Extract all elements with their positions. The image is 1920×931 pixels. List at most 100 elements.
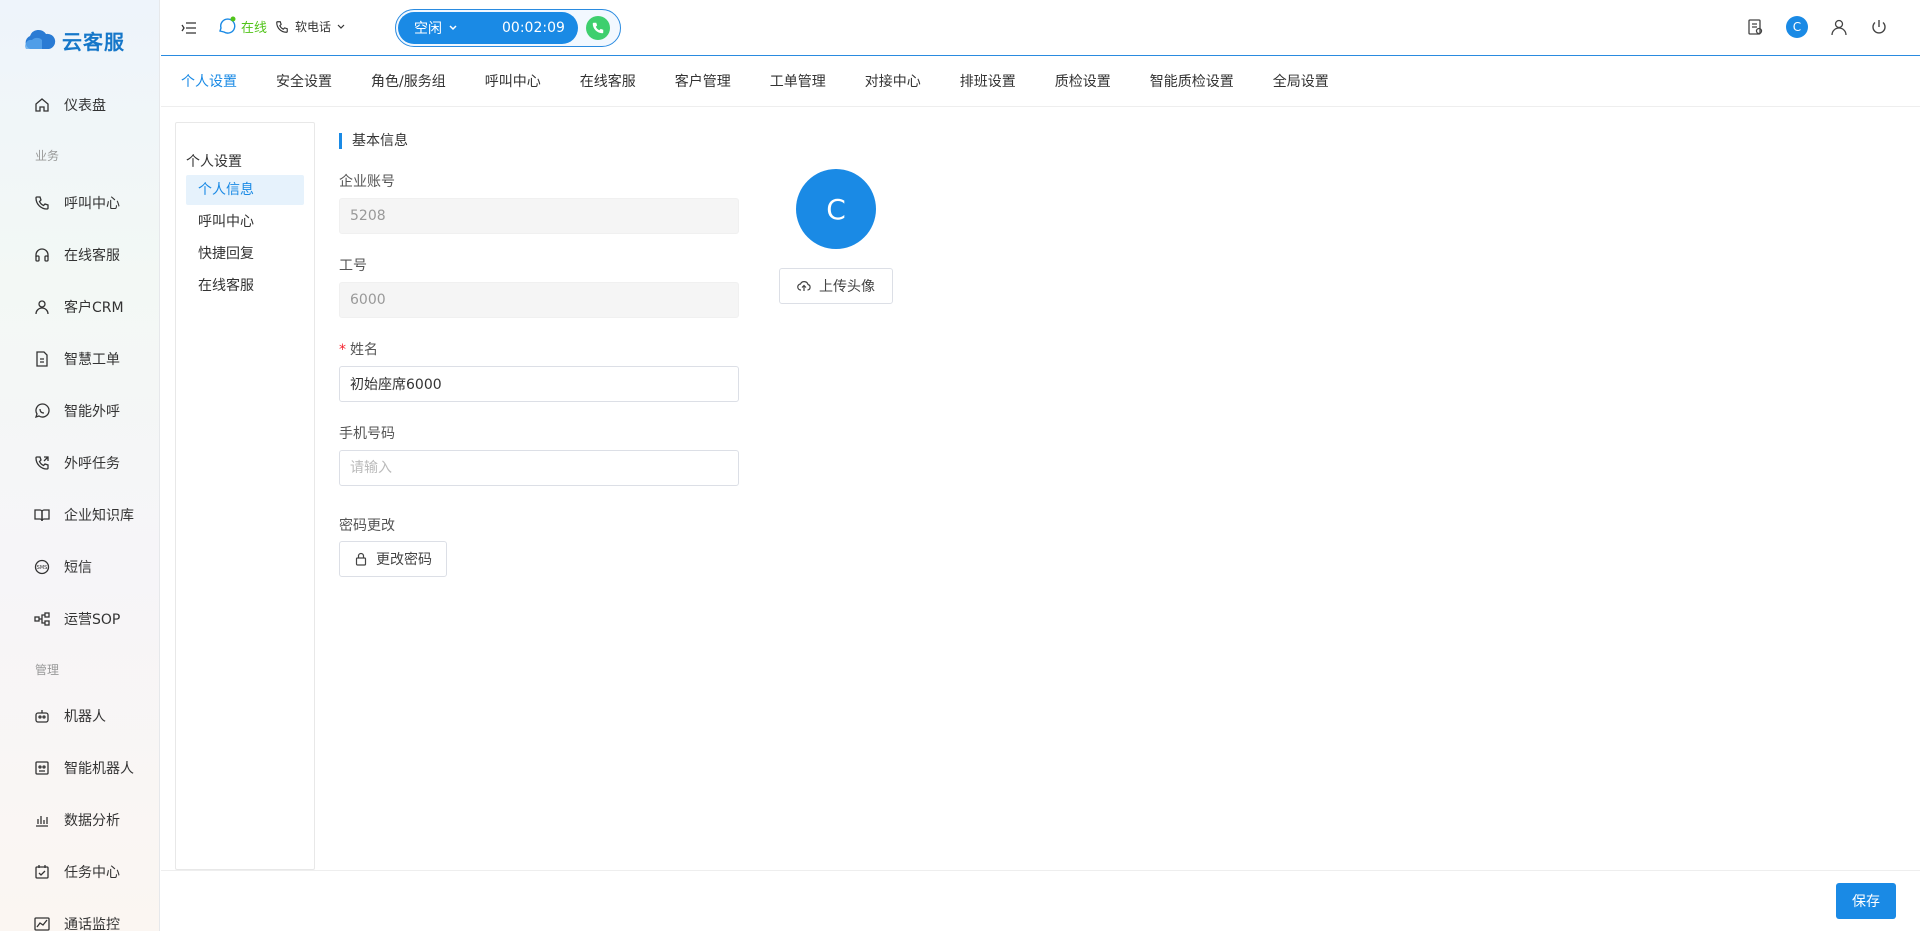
- tab-personal-settings[interactable]: 个人设置: [181, 57, 237, 107]
- power-icon[interactable]: [1870, 18, 1888, 36]
- required-mark: *: [339, 342, 346, 358]
- header-actions: C: [1746, 16, 1888, 38]
- chat-status-icon: [219, 16, 236, 34]
- form-footer: 保存: [161, 870, 1920, 931]
- book-icon: [34, 509, 50, 522]
- sidebar-item-outbound-task[interactable]: 外呼任务: [34, 451, 120, 475]
- tab-global-settings[interactable]: 全局设置: [1273, 57, 1329, 107]
- tab-online-service[interactable]: 在线客服: [580, 57, 636, 107]
- call-state[interactable]: 空闲 00:02:09: [398, 12, 578, 44]
- dial-button[interactable]: [586, 16, 610, 40]
- sidebar-item-label: 数据分析: [64, 813, 120, 829]
- submenu-item-call-center[interactable]: 呼叫中心: [186, 207, 304, 237]
- menu-fold-icon[interactable]: [181, 20, 197, 36]
- tab-scheduling[interactable]: 排班设置: [960, 57, 1016, 107]
- profile-avatar: C: [796, 169, 876, 249]
- phone-icon: [35, 196, 49, 210]
- document-icon: [36, 351, 48, 367]
- tab-ticket-management[interactable]: 工单管理: [770, 57, 826, 107]
- user-avatar[interactable]: C: [1786, 16, 1808, 38]
- sidebar-item-crm[interactable]: 客户CRM: [34, 295, 124, 319]
- sidebar-item-label: 智能外呼: [64, 404, 120, 420]
- sidebar-item-smart-outbound[interactable]: 智能外呼: [34, 399, 120, 423]
- sidebar-item-label: 呼叫中心: [64, 196, 120, 212]
- sidebar-item-call-monitor[interactable]: 通话监控: [34, 912, 120, 931]
- sidebar-item-sop[interactable]: 运营SOP: [34, 607, 120, 631]
- tab-quality-check[interactable]: 质检设置: [1055, 57, 1111, 107]
- status-text: 在线: [241, 20, 268, 36]
- name-field[interactable]: [339, 366, 739, 402]
- app-logo[interactable]: 云客服: [22, 24, 125, 56]
- personal-settings-menu: 个人设置 个人信息 呼叫中心 快捷回复 在线客服: [175, 122, 315, 870]
- sidebar-item-ticket[interactable]: 智慧工单: [34, 347, 120, 371]
- phone-mode-select[interactable]: 软电话: [275, 18, 345, 35]
- tab-smart-quality-check[interactable]: 智能质检设置: [1150, 57, 1234, 107]
- sidebar-item-task-center[interactable]: 任务中心: [34, 860, 120, 884]
- headset-icon: [35, 248, 49, 262]
- call-status-text: 空闲: [414, 21, 442, 37]
- chevron-down-icon: [337, 24, 345, 29]
- call-status-select[interactable]: 空闲: [414, 18, 458, 38]
- whatsapp-icon: [34, 403, 50, 419]
- password-label: 密码更改: [339, 518, 395, 534]
- chevron-down-icon: [449, 25, 457, 31]
- call-timer: 00:02:09: [502, 20, 565, 36]
- sidebar-item-label: 客户CRM: [64, 300, 124, 316]
- save-button[interactable]: 保存: [1836, 883, 1896, 919]
- tab-customer-management[interactable]: 客户管理: [675, 57, 731, 107]
- sidebar: 云客服 仪表盘 业务 呼叫中心 在线客服 客户CRM 智慧工单 智能外呼 外呼任…: [0, 0, 160, 931]
- sidebar-item-label: 通话监控: [64, 917, 120, 931]
- user-icon[interactable]: [1830, 18, 1848, 36]
- tab-security-settings[interactable]: 安全设置: [276, 57, 332, 107]
- upload-avatar-button[interactable]: 上传头像: [779, 268, 893, 304]
- company-account-field: [339, 198, 739, 234]
- submenu-item-quick-reply[interactable]: 快捷回复: [186, 239, 304, 269]
- sidebar-item-data-analysis[interactable]: 数据分析: [34, 808, 120, 832]
- robot-icon: [35, 710, 49, 723]
- submenu-item-online-service[interactable]: 在线客服: [186, 271, 304, 301]
- sidebar-group-business: 业务: [35, 149, 60, 163]
- sidebar-item-robot[interactable]: 机器人: [34, 704, 106, 728]
- sidebar-item-label: 外呼任务: [64, 456, 120, 472]
- submenu-title: 个人设置: [186, 154, 242, 170]
- sidebar-item-online-service[interactable]: 在线客服: [34, 243, 120, 267]
- name-label: * 姓名: [339, 339, 378, 359]
- sidebar-item-smart-robot[interactable]: 智能机器人: [34, 756, 134, 780]
- notes-icon[interactable]: [1746, 18, 1764, 36]
- company-account-label: 企业账号: [339, 174, 395, 190]
- call-control-bar: 空闲 00:02:09: [395, 9, 621, 47]
- phone-mode-label: 软电话: [295, 20, 332, 34]
- settings-tabs: 个人设置 安全设置 角色/服务组 呼叫中心 在线客服 客户管理 工单管理 对接中…: [161, 57, 1920, 107]
- cloud-upload-icon: [797, 281, 811, 291]
- sidebar-item-dashboard[interactable]: 仪表盘: [34, 93, 106, 117]
- monitor-icon: [34, 917, 50, 931]
- sidebar-item-label: 企业知识库: [64, 508, 134, 524]
- task-icon: [35, 865, 49, 879]
- phone-label: 手机号码: [339, 426, 395, 442]
- agent-status[interactable]: 在线: [217, 16, 267, 36]
- phone-call-icon: [592, 22, 604, 34]
- sidebar-item-knowledge-base[interactable]: 企业知识库: [34, 503, 134, 527]
- sidebar-item-label: 机器人: [64, 709, 106, 725]
- user-icon: [35, 300, 49, 315]
- sidebar-item-label: 短信: [64, 560, 92, 576]
- tab-integration-center[interactable]: 对接中心: [865, 57, 921, 107]
- home-icon: [35, 98, 49, 112]
- section-title: 基本信息: [339, 133, 408, 149]
- sms-icon: SMS: [34, 559, 50, 575]
- change-password-button[interactable]: 更改密码: [339, 541, 447, 577]
- phone-field[interactable]: [339, 450, 739, 486]
- sidebar-item-call-center[interactable]: 呼叫中心: [34, 191, 120, 215]
- submenu-item-personal-info[interactable]: 个人信息: [186, 175, 304, 205]
- tab-call-center[interactable]: 呼叫中心: [485, 57, 541, 107]
- flow-icon: [34, 612, 50, 626]
- phone-icon: [276, 20, 288, 33]
- work-id-label: 工号: [339, 258, 367, 274]
- upload-avatar-label: 上传头像: [819, 279, 875, 295]
- sidebar-item-sms[interactable]: SMS 短信: [34, 555, 92, 579]
- work-id-field: [339, 282, 739, 318]
- phone-outgoing-icon: [35, 456, 49, 470]
- tab-roles[interactable]: 角色/服务组: [371, 57, 446, 107]
- sidebar-item-label: 在线客服: [64, 248, 120, 264]
- bar-chart-icon: [36, 816, 48, 827]
